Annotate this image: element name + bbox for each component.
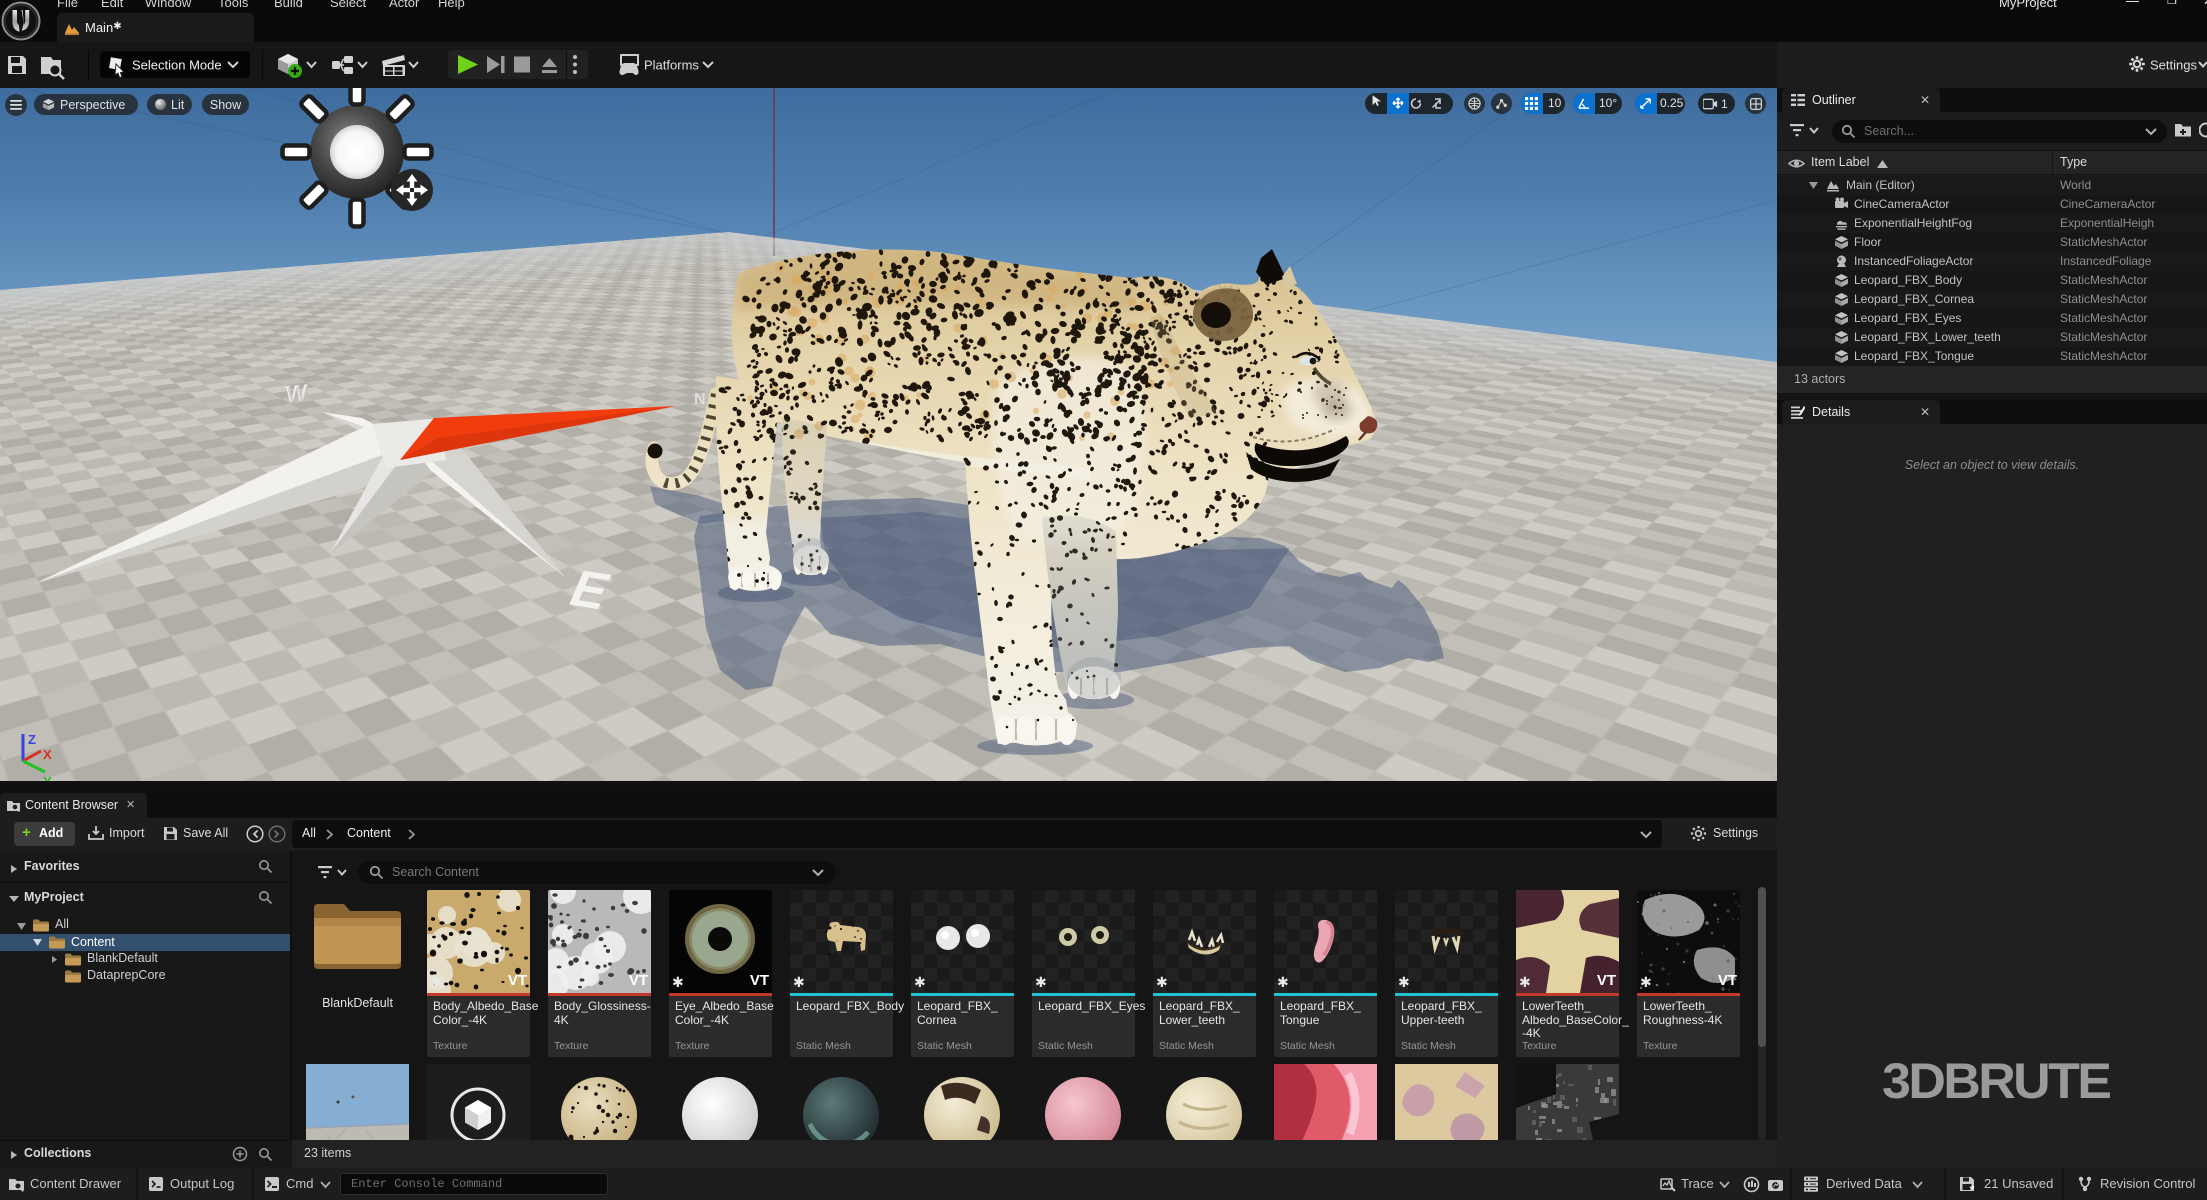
- svg-text:Platforms: Platforms: [644, 58, 699, 73]
- svg-text:Settings: Settings: [2150, 58, 2197, 73]
- svg-text:Selection Mode: Selection Mode: [132, 58, 222, 73]
